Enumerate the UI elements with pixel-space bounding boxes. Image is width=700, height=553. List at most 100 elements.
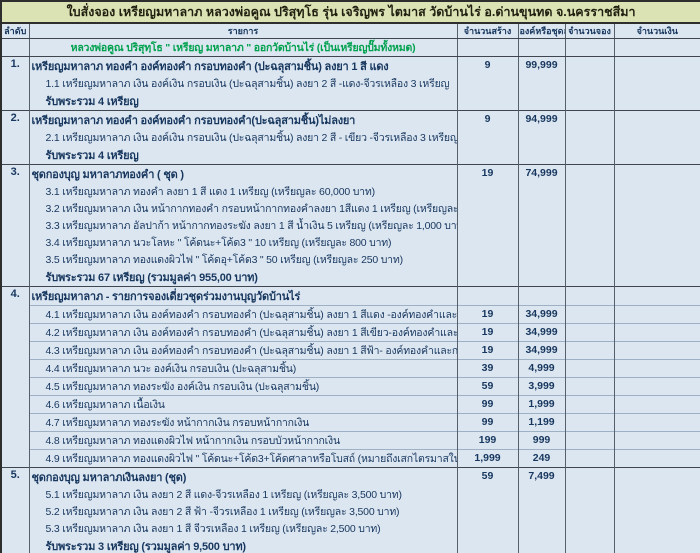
item-subline: 3.4 เหรียญมหาลาภ นวะโลหะ " โค้ดนะ+โค้ด3 …: [29, 234, 457, 251]
header-row: ลำดับ รายการ จำนวนสร้าง องค์หรือชุดละ จำ…: [1, 23, 700, 39]
item-subline: 2.1 เหรียญมหาลาภ เงิน องค์เงิน กรอบเงิน …: [29, 129, 457, 146]
row-number: 5.: [1, 468, 29, 553]
item-title: ชุดกองบุญ มหาลาภเงินลงยา (ชุด): [29, 468, 457, 487]
unit-price-cell: 249: [518, 450, 565, 468]
qty-made-cell: 59: [457, 468, 518, 553]
reserve-qty-cell: [565, 342, 614, 360]
col-header-reserve-qty: จำนวนจอง: [565, 23, 614, 39]
qty-made-cell: 99: [457, 414, 518, 432]
reserve-qty-cell: [565, 324, 614, 342]
col-header-item: รายการ: [29, 23, 457, 39]
note-text: หลวงพ่อคูณ ปริสุทฺโธ " เหรียญ มหาลาภ " อ…: [29, 39, 457, 57]
table-row: 4.1 เหรียญมหาลาภ เงิน องค์ทองคำ กรอบทองค…: [1, 306, 700, 324]
amount-cell: [614, 414, 700, 432]
amount-cell: [614, 57, 700, 111]
qty-made-cell: 99: [457, 396, 518, 414]
item-footer: รับพระรวม 4 เหรียญ: [29, 146, 457, 165]
note-qty-made-cell: [457, 39, 518, 57]
table-row: 5.ชุดกองบุญ มหาลาภเงินลงยา (ชุด)597,499: [1, 468, 700, 487]
amount-cell: [614, 306, 700, 324]
reserve-qty-cell: [565, 165, 614, 287]
reserve-qty-cell: [565, 111, 614, 165]
title-row: ใบสั่งจอง เหรียญมหาลาภ หลวงพ่อคูณ ปริสุท…: [1, 1, 700, 23]
item-footer: รับพระรวม 67 เหรียญ (รวมมูลค่า 955,00 บา…: [29, 268, 457, 287]
item-subline: 4.2 เหรียญมหาลาภ เงิน องค์ทองคำ กรอบทองค…: [29, 324, 457, 342]
row-number: 3.: [1, 165, 29, 287]
qty-made-cell: 59: [457, 378, 518, 396]
item-subline: 3.5 เหรียญมหาลาภ ทองแดงผิวไฟ " โค้ดอุ+โค…: [29, 251, 457, 268]
unit-price-cell: 74,999: [518, 165, 565, 287]
item-subline: 4.1 เหรียญมหาลาภ เงิน องค์ทองคำ กรอบทองค…: [29, 306, 457, 324]
item-subline: 4.3 เหรียญมหาลาภ เงิน องค์ทองคำ กรอบทองค…: [29, 342, 457, 360]
row-number: 4.: [1, 287, 29, 468]
reserve-qty-cell: [565, 306, 614, 324]
item-title: ชุดกองบุญ มหาลาภทองคำ ( ชุด ): [29, 165, 457, 184]
table-row: 1.เหรียญมหาลาภ ทองคำ องค์ทองคำ กรอบทองคำ…: [1, 57, 700, 76]
row-number: 1.: [1, 57, 29, 111]
note-amount-cell: [614, 39, 700, 57]
unit-price-cell: [518, 287, 565, 306]
item-subline: 4.4 เหรียญมหาลาภ นวะ องค์เงิน กรอบเงิน (…: [29, 360, 457, 378]
item-subline: 4.7 เหรียญมหาลาภ ทองระฆัง หน้ากากเงิน กร…: [29, 414, 457, 432]
amount-cell: [614, 396, 700, 414]
amount-cell: [614, 432, 700, 450]
amount-cell: [614, 287, 700, 306]
reserve-qty-cell: [565, 360, 614, 378]
amount-cell: [614, 360, 700, 378]
form-title: ใบสั่งจอง เหรียญมหาลาภ หลวงพ่อคูณ ปริสุท…: [1, 1, 700, 23]
reserve-qty-cell: [565, 57, 614, 111]
amount-cell: [614, 342, 700, 360]
table-row: 4.9 เหรียญมหาลาภ ทองแดงผิวไฟ " โค้ดนะ+โค…: [1, 450, 700, 468]
unit-price-cell: 1,999: [518, 396, 565, 414]
item-subline: 3.2 เหรียญมหาลาภ เงิน หน้ากากทองคำ กรอบห…: [29, 200, 457, 217]
qty-made-cell: 19: [457, 306, 518, 324]
reserve-qty-cell: [565, 432, 614, 450]
item-title: เหรียญมหาลาภ - รายการจองเดี่ยวชุดร่วมงาน…: [29, 287, 457, 306]
qty-made-cell: 199: [457, 432, 518, 450]
unit-price-cell: 34,999: [518, 306, 565, 324]
item-subline: 4.6 เหรียญมหาลาภ เนื้อเงิน: [29, 396, 457, 414]
table-row: 4.4 เหรียญมหาลาภ นวะ องค์เงิน กรอบเงิน (…: [1, 360, 700, 378]
item-footer: รับพระรวม 4 เหรียญ: [29, 92, 457, 111]
unit-price-cell: 7,499: [518, 468, 565, 553]
amount-cell: [614, 165, 700, 287]
order-table: ใบสั่งจอง เหรียญมหาลาภ หลวงพ่อคูณ ปริสุท…: [0, 0, 700, 553]
col-header-amount: จำนวนเงิน: [614, 23, 700, 39]
table-row: 4.6 เหรียญมหาลาภ เนื้อเงิน991,999: [1, 396, 700, 414]
reserve-qty-cell: [565, 287, 614, 306]
qty-made-cell: 19: [457, 324, 518, 342]
qty-made-cell: 39: [457, 360, 518, 378]
reserve-qty-cell: [565, 468, 614, 553]
qty-made-cell: 19: [457, 342, 518, 360]
unit-price-cell: 999: [518, 432, 565, 450]
reserve-qty-cell: [565, 450, 614, 468]
table-row: 4.7 เหรียญมหาลาภ ทองระฆัง หน้ากากเงิน กร…: [1, 414, 700, 432]
amount-cell: [614, 324, 700, 342]
item-footer: รับพระรวม 3 เหรียญ (รวมมูลค่า 9,500 บาท): [29, 537, 457, 553]
qty-made-cell: 19: [457, 165, 518, 287]
unit-price-cell: 34,999: [518, 342, 565, 360]
item-subline: 4.8 เหรียญมหาลาภ ทองแดงผิวไฟ หน้ากากเงิน…: [29, 432, 457, 450]
qty-made-cell: [457, 287, 518, 306]
unit-price-cell: 34,999: [518, 324, 565, 342]
col-header-unit-price: องค์หรือชุดละ: [518, 23, 565, 39]
amount-cell: [614, 450, 700, 468]
table-row: 4.5 เหรียญมหาลาภ ทองระฆัง องค์เงิน กรอบเ…: [1, 378, 700, 396]
table-row: 4.8 เหรียญมหาลาภ ทองแดงผิวไฟ หน้ากากเงิน…: [1, 432, 700, 450]
note-unit-price-cell: [518, 39, 565, 57]
qty-made-cell: 1,999: [457, 450, 518, 468]
item-title: เหรียญมหาลาภ ทองคำ องค์ทองคำ กรอบทองคำ (…: [29, 57, 457, 76]
item-title: เหรียญมหาลาภ ทองคำ องค์ทองคำ กรอบทองคำ(ป…: [29, 111, 457, 130]
amount-cell: [614, 111, 700, 165]
item-subline: 4.5 เหรียญมหาลาภ ทองระฆัง องค์เงิน กรอบเ…: [29, 378, 457, 396]
unit-price-cell: 1,199: [518, 414, 565, 432]
table-row: 2.เหรียญมหาลาภ ทองคำ องค์ทองคำ กรอบทองคำ…: [1, 111, 700, 130]
table-row: 4.เหรียญมหาลาภ - รายการจองเดี่ยวชุดร่วมง…: [1, 287, 700, 306]
note-reserve-qty-cell: [565, 39, 614, 57]
item-subline: 5.1 เหรียญมหาลาภ เงิน ลงยา 2 สี แดง-จีวร…: [29, 486, 457, 503]
reserve-qty-cell: [565, 378, 614, 396]
amount-cell: [614, 468, 700, 553]
item-subline: 4.9 เหรียญมหาลาภ ทองแดงผิวไฟ " โค้ดนะ+โค…: [29, 450, 457, 468]
qty-made-cell: 9: [457, 111, 518, 165]
unit-price-cell: 4,999: [518, 360, 565, 378]
